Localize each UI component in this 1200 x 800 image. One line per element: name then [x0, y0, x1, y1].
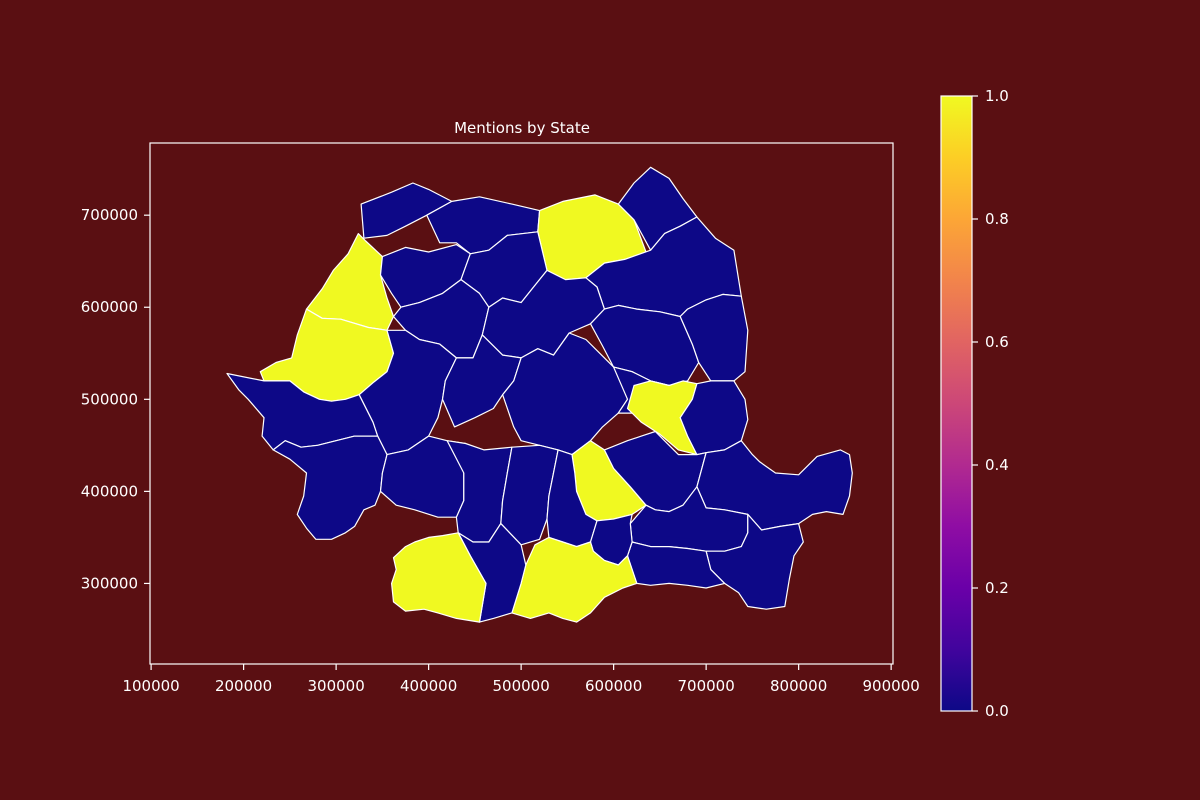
x-tick-label: 400000 — [400, 677, 457, 695]
x-tick-label: 200000 — [215, 677, 272, 695]
x-tick-label: 700000 — [678, 677, 735, 695]
x-tick-label: 300000 — [307, 677, 364, 695]
x-tick-label: 600000 — [585, 677, 642, 695]
chart-title: Mentions by State — [454, 119, 590, 137]
colorbar-tick-label: 0.0 — [985, 702, 1009, 720]
colorbar — [940, 95, 973, 712]
y-tick-label: 700000 — [81, 206, 138, 224]
colorbar-tick-label: 1.0 — [985, 87, 1009, 105]
choropleth-figure: Mentions by State 100000 200000 300000 4000… — [0, 0, 1200, 800]
x-tick-label: 100000 — [122, 677, 179, 695]
x-tick-label: 800000 — [770, 677, 827, 695]
y-tick-label: 600000 — [81, 298, 138, 316]
y-tick-label: 500000 — [81, 390, 138, 408]
x-tick-label: 900000 — [863, 677, 920, 695]
y-tick-label: 300000 — [81, 574, 138, 592]
colorbar-tick-label: 0.6 — [985, 333, 1009, 351]
colorbar-tick-label: 0.4 — [985, 456, 1009, 474]
colorbar-tick-label: 0.2 — [985, 579, 1009, 597]
x-tick-label: 500000 — [492, 677, 549, 695]
y-tick-label: 400000 — [81, 482, 138, 500]
colorbar-tick-label: 0.8 — [985, 210, 1009, 228]
